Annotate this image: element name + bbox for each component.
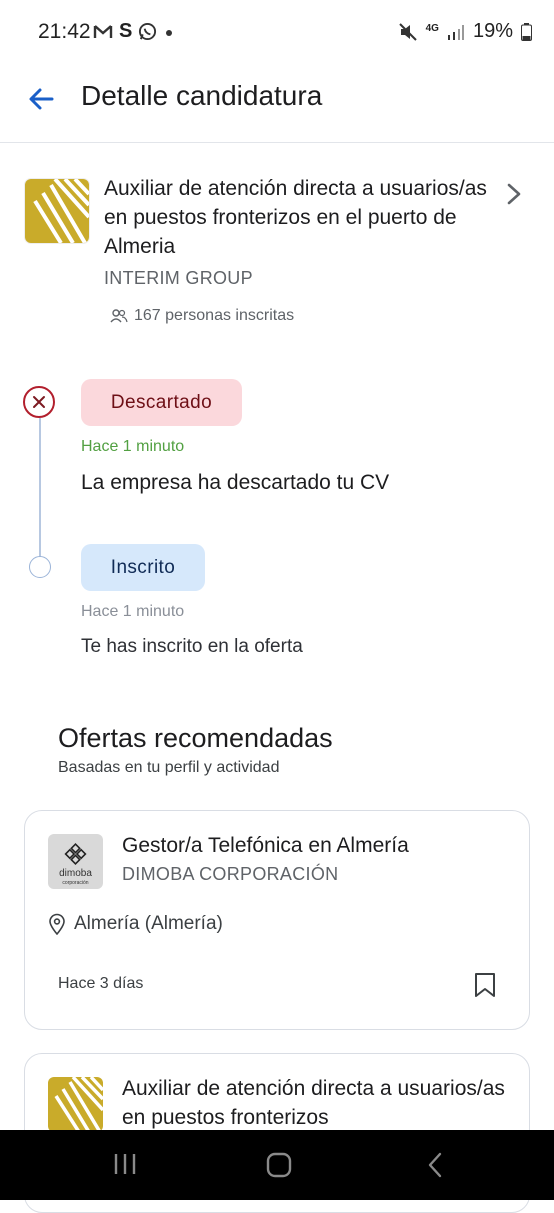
card-company: DIMOBA CORPORACIÓN [122,864,339,884]
status-right: 4G 19% [398,20,532,43]
network-label: 4G [425,22,439,34]
card-title: Gestor/a Telefónica en Almería [122,834,409,857]
bookmark-icon[interactable] [474,972,496,998]
event-description: La empresa ha descartado tu CV [81,471,390,494]
page-title: Detalle candidatura [81,80,323,111]
notification-icons: S [93,20,175,43]
logo-subtext: corporación [62,880,88,886]
event-time: Hace 1 minuto [81,438,185,455]
job-card[interactable]: dimoba corporación Gestor/a Telefónica e… [24,810,530,1030]
company-logo [25,179,89,243]
job-title: Auxiliar de atención directa a usuarios/… [104,177,487,258]
applicants-label: 167 personas inscritas [134,307,295,324]
enrolled-marker [29,556,51,578]
company-logo [48,1077,103,1132]
nav-back-icon[interactable] [425,1152,445,1178]
signal-icon [447,24,464,40]
people-icon [110,309,128,323]
app-bar: Detalle candidatura [0,64,554,143]
back-arrow-icon[interactable] [26,84,56,114]
mute-icon [398,22,417,41]
close-icon [33,396,45,408]
timeline-line [39,418,41,558]
chevron-right-icon[interactable] [503,181,525,207]
company-logo: dimoba corporación [48,834,103,889]
whatsapp-icon [139,22,157,41]
section-subtitle: Basadas en tu perfil y actividad [58,759,280,776]
card-title: Auxiliar de atención directa a usuarios/… [122,1077,505,1129]
status-badge-discarded: Descartado [81,379,242,426]
battery-level: 19% [472,20,513,42]
home-icon[interactable] [266,1152,292,1178]
card-date: Hace 3 días [58,975,144,992]
dot-icon [166,29,173,36]
job-company: INTERIM GROUP [104,268,253,288]
gmail-icon [93,24,113,38]
card-location: Almería (Almería) [48,913,223,935]
event-time: Hace 1 minuto [81,603,185,620]
discarded-marker [23,386,55,418]
applicants-count: 167 personas inscritas [110,307,294,325]
recent-apps-icon[interactable] [112,1152,138,1176]
battery-icon [521,22,532,41]
logo-text: dimoba [59,868,92,879]
status-bar: 21:42 S 4G 19% [0,0,554,64]
location-label: Almería (Almería) [74,913,223,934]
location-pin-icon [49,913,65,935]
event-description: Te has inscrito en la oferta [81,636,303,657]
section-title: Ofertas recomendadas [58,723,333,753]
s-icon: S [119,20,133,42]
status-badge-enrolled: Inscrito [81,544,205,591]
status-time: 21:42 [38,20,91,43]
